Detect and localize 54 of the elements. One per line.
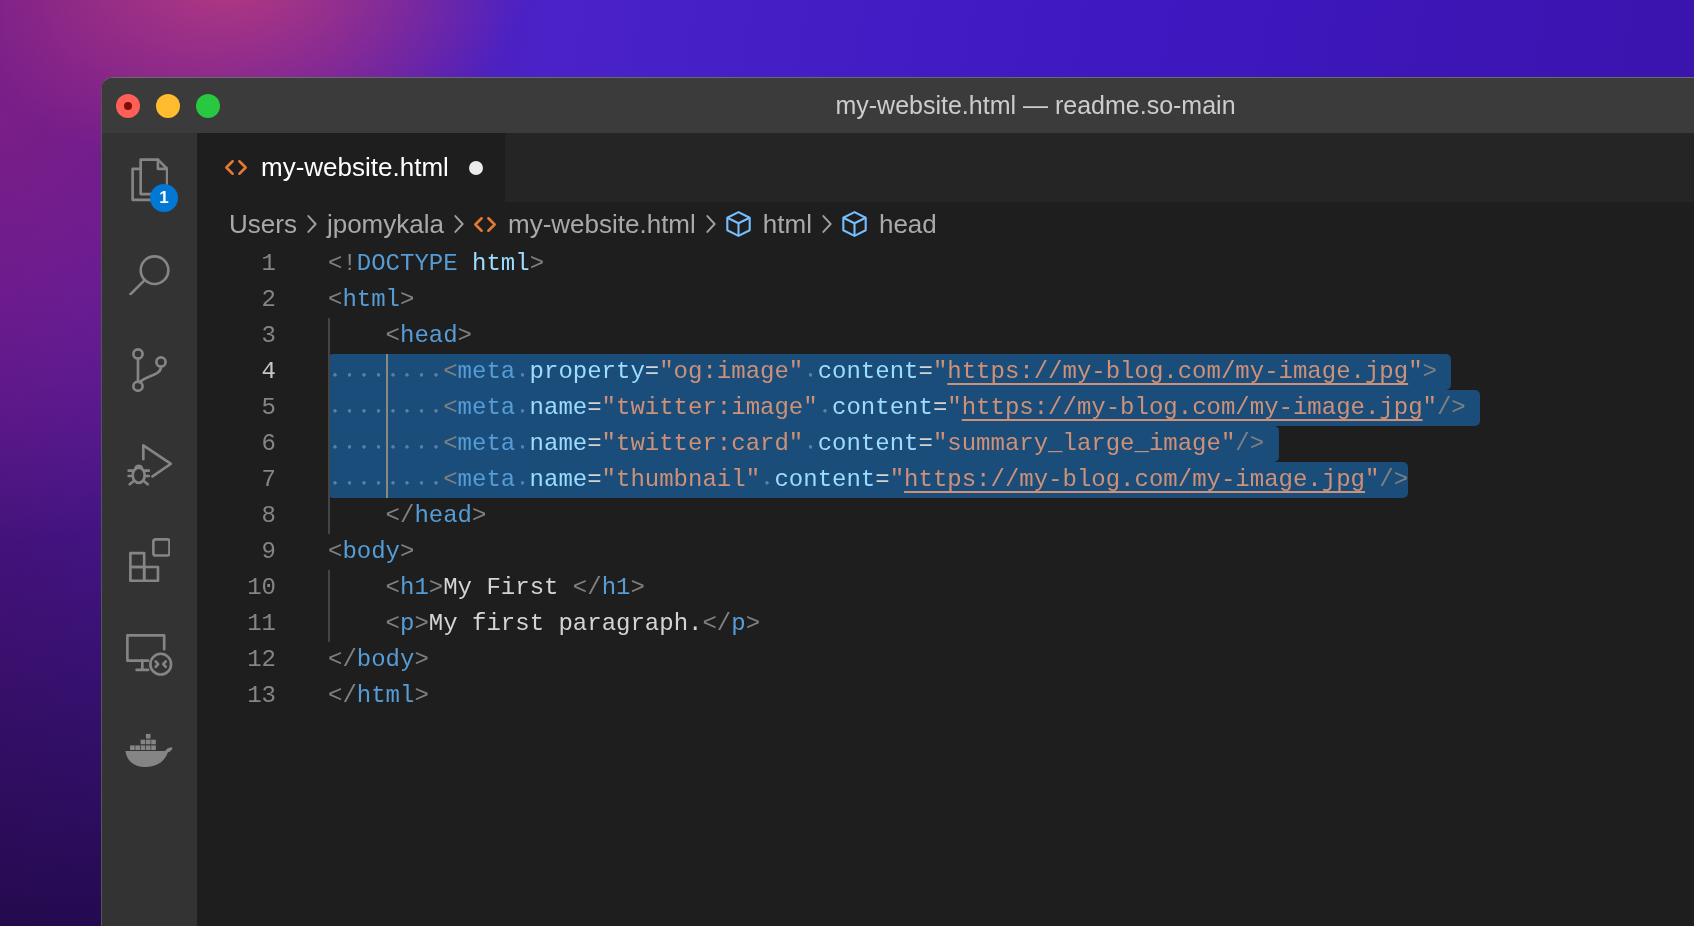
breadcrumb-item[interactable]: my-website.html bbox=[473, 208, 696, 240]
code-text: <meta name="twitter:image" content=" bbox=[443, 390, 962, 426]
line-number: 10 bbox=[246, 573, 276, 603]
editor-tab[interactable]: my-website.html bbox=[197, 133, 505, 202]
line-number: 11 bbox=[246, 609, 276, 639]
line-number: 2 bbox=[260, 285, 276, 315]
code-text: <p>My first paragraph.</p> bbox=[385, 609, 761, 639]
code-brackets-icon bbox=[473, 216, 496, 232]
line-number: 1 bbox=[260, 249, 276, 279]
line-number: 9 bbox=[260, 537, 276, 567]
cube-icon bbox=[841, 211, 867, 237]
code-text: <html> bbox=[328, 285, 415, 315]
line-number: 7 bbox=[260, 465, 276, 495]
notification-badge: 1 bbox=[150, 184, 178, 212]
monitor-icon[interactable] bbox=[126, 634, 173, 676]
code-text: </body> bbox=[328, 645, 429, 675]
code-text: "/> bbox=[1422, 393, 1466, 423]
zoom-button[interactable] bbox=[196, 93, 220, 118]
code-text: <h1>My First </h1> bbox=[385, 573, 645, 603]
whale-icon[interactable] bbox=[125, 732, 174, 768]
breadcrumb-item[interactable]: head bbox=[841, 208, 937, 240]
code-text: <meta name="thumbnail" content=" bbox=[443, 462, 905, 498]
code-text: <body> bbox=[328, 537, 415, 567]
line-number: 5 bbox=[260, 393, 276, 423]
breadcrumb-item[interactable]: jpomykala bbox=[326, 208, 444, 240]
blocks-icon[interactable] bbox=[128, 537, 171, 583]
code-text: "/> bbox=[1364, 465, 1409, 495]
close-button[interactable] bbox=[116, 93, 140, 118]
code-text: </html> bbox=[328, 681, 429, 711]
play-bug-icon[interactable] bbox=[126, 444, 173, 486]
chevron-right-icon bbox=[705, 215, 716, 233]
breadcrumb-item[interactable]: Users bbox=[229, 208, 297, 240]
line-number: 13 bbox=[246, 681, 276, 711]
code-text: </head> bbox=[385, 501, 487, 531]
chevron-right-icon bbox=[306, 215, 317, 233]
line-number: 8 bbox=[260, 501, 276, 531]
line-number: 12 bbox=[246, 645, 276, 675]
search-icon[interactable] bbox=[129, 254, 170, 296]
chevron-right-icon bbox=[453, 215, 464, 233]
minimize-button[interactable] bbox=[156, 93, 180, 118]
line-number: 4 bbox=[260, 357, 276, 387]
line-number: 6 bbox=[260, 429, 276, 459]
code-text: <meta property="og:image" content=" bbox=[443, 354, 948, 390]
line-number: 3 bbox=[260, 321, 276, 351]
code-text: "> bbox=[1408, 357, 1437, 387]
code-text: <head> bbox=[385, 321, 472, 351]
code-text: <meta name="twitter:card" content="summary_large_image"/> bbox=[443, 426, 1265, 462]
branch-icon[interactable] bbox=[132, 347, 167, 393]
breadcrumb-item[interactable]: html bbox=[725, 208, 812, 240]
code-brackets-icon bbox=[225, 160, 247, 175]
cube-icon bbox=[725, 211, 751, 237]
code-text: <!DOCTYPE html> bbox=[328, 249, 545, 279]
chevron-right-icon bbox=[821, 215, 832, 233]
window-title: my-website.html — readme.so-main bbox=[835, 91, 1236, 120]
